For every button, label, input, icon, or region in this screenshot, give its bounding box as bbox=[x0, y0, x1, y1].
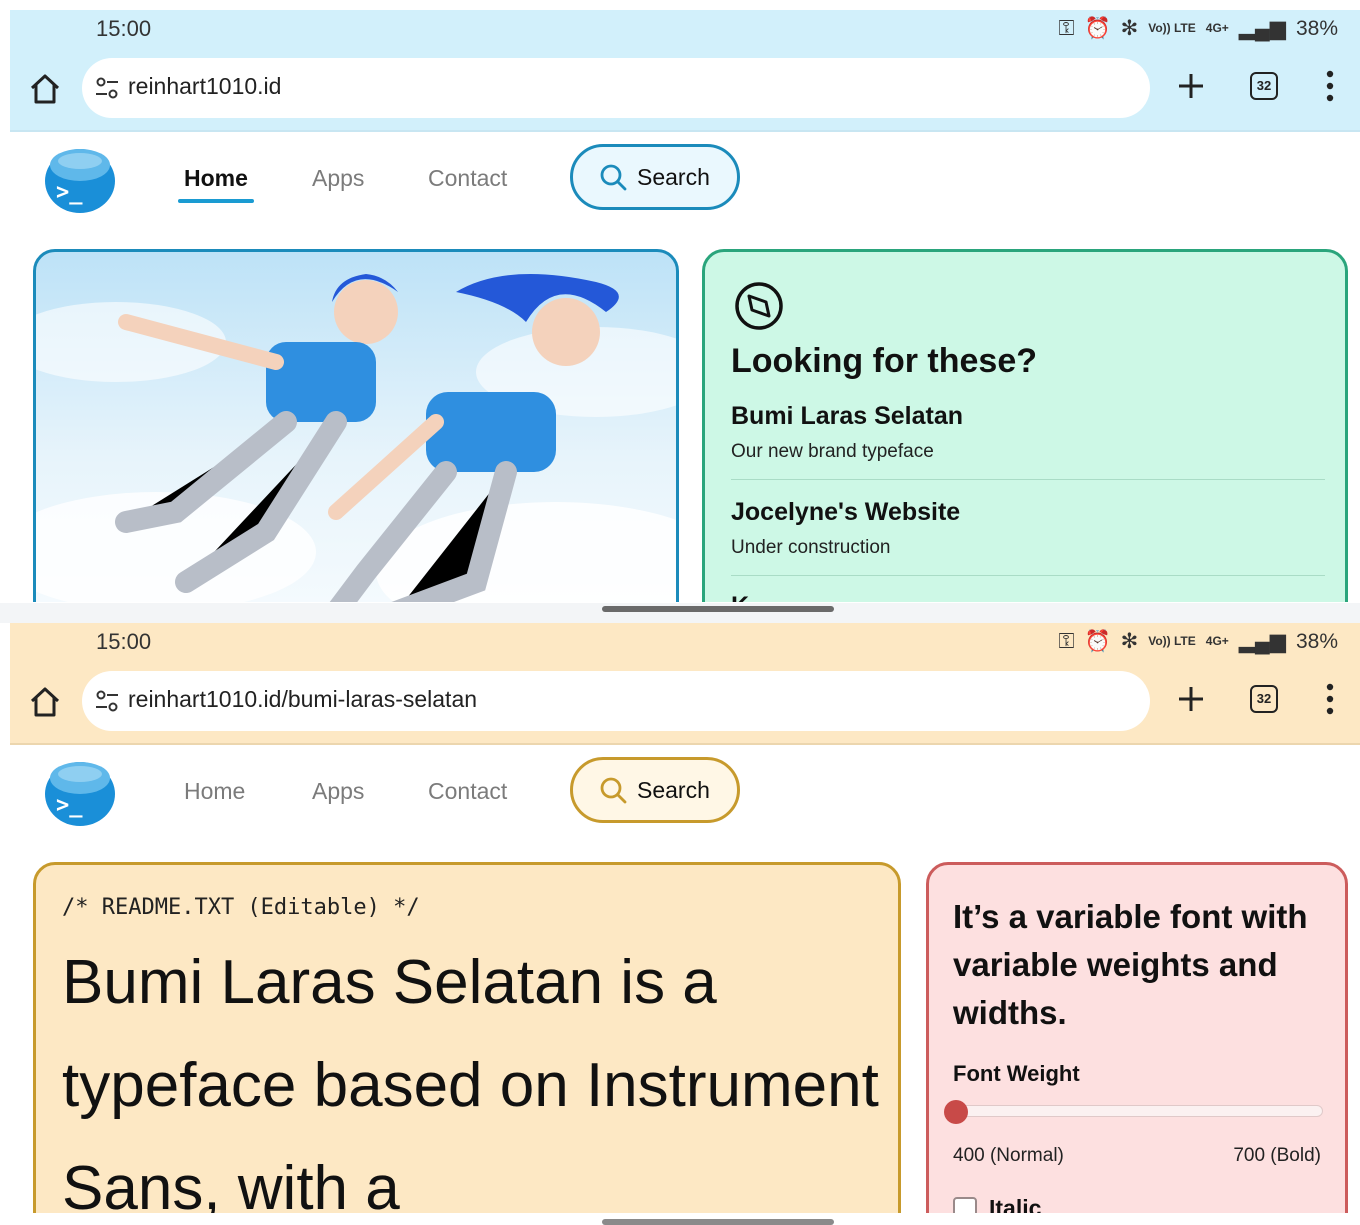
variable-font-title: It’s a variable font with variable weigh… bbox=[953, 898, 1308, 1031]
site-settings-icon[interactable] bbox=[94, 688, 120, 714]
network-type-label: 4G+ bbox=[1205, 21, 1229, 35]
look-item-title: Bumi Laras Selatan bbox=[731, 402, 964, 430]
battery-percent: 38% bbox=[1295, 16, 1338, 40]
alarm-icon: ⏰ bbox=[1084, 629, 1111, 653]
site-navigation: >_ Home Apps Contact Search bbox=[10, 745, 1360, 845]
nav-apps[interactable]: Apps bbox=[312, 778, 364, 805]
font-weight-label: Font Weight bbox=[953, 1061, 1080, 1086]
nav-home[interactable]: Home bbox=[184, 778, 245, 805]
bluetooth-icon: ✻ bbox=[1120, 17, 1139, 40]
hero-illustration bbox=[33, 249, 679, 602]
home-icon[interactable] bbox=[28, 72, 62, 106]
svg-text:>_: >_ bbox=[56, 793, 83, 818]
status-time: 15:00 bbox=[96, 629, 152, 654]
italic-label: Italic bbox=[989, 1195, 1042, 1213]
search-button-label: Search bbox=[637, 163, 710, 190]
font-weight-slider-thumb[interactable] bbox=[944, 1100, 968, 1124]
bottom-drag-handle[interactable] bbox=[602, 1219, 834, 1225]
search-button[interactable]: Search bbox=[570, 144, 740, 210]
status-bar: 15:00 ⚿ ⏰ ✻ Vo)) LTE 4G+ ▂▄▆ 38% bbox=[10, 623, 1360, 661]
site-navigation: >_ Home Apps Contact Search bbox=[10, 132, 1360, 232]
url-text[interactable]: reinhart1010.id/bumi-laras-selatan bbox=[128, 686, 477, 713]
url-text[interactable]: reinhart1010.id bbox=[128, 73, 281, 100]
signal-icon: ▂▄▆ bbox=[1238, 17, 1286, 40]
status-icons: ⚿ ⏰ ✻ Vo)) LTE 4G+ ▂▄▆ 38% bbox=[1058, 16, 1338, 41]
font-weight-min-label: 400 (Normal) bbox=[953, 1145, 1064, 1166]
site-logo[interactable]: >_ bbox=[42, 141, 118, 215]
site-logo[interactable]: >_ bbox=[42, 754, 118, 828]
vpn-key-icon: ⚿ bbox=[1058, 16, 1075, 40]
search-button[interactable]: Search bbox=[570, 757, 740, 823]
italic-toggle-row[interactable]: Italic bbox=[953, 1195, 1041, 1213]
readme-body-text[interactable]: Bumi Laras Selatan is a typeface based o… bbox=[62, 931, 882, 1213]
nav-apps[interactable]: Apps bbox=[312, 165, 364, 192]
readme-heading: /* README.TXT (Editable) */ bbox=[62, 895, 420, 920]
look-item-title: K bbox=[731, 592, 1325, 602]
nav-home[interactable]: Home bbox=[178, 165, 254, 203]
volte-label: Vo)) LTE bbox=[1148, 634, 1196, 648]
readme-editor[interactable]: /* README.TXT (Editable) */ Bumi Laras S… bbox=[33, 862, 901, 1213]
search-button-label: Search bbox=[637, 776, 710, 803]
status-icons: ⚿ ⏰ ✻ Vo)) LTE 4G+ ▂▄▆ 38% bbox=[1058, 629, 1338, 654]
svg-text:>_: >_ bbox=[56, 180, 83, 205]
bottom-browser-screen: 15:00 ⚿ ⏰ ✻ Vo)) LTE 4G+ ▂▄▆ 38% reinhar… bbox=[10, 623, 1360, 1213]
font-weight-max-label: 700 (Bold) bbox=[1233, 1145, 1321, 1166]
hero-artwork bbox=[36, 274, 676, 602]
new-tab-icon[interactable] bbox=[1176, 684, 1206, 714]
browser-toolbar: reinhart1010.id/bumi-laras-selatan 32 bbox=[10, 661, 1360, 743]
signal-icon: ▂▄▆ bbox=[1238, 630, 1286, 653]
italic-checkbox[interactable] bbox=[953, 1196, 977, 1213]
look-item-jocelyne[interactable]: Jocelyne's Website Under construction bbox=[731, 498, 1325, 576]
address-bar[interactable]: reinhart1010.id bbox=[82, 58, 1150, 118]
more-menu-icon[interactable] bbox=[1326, 70, 1334, 102]
alarm-icon: ⏰ bbox=[1084, 16, 1111, 40]
browser-toolbar: reinhart1010.id 32 bbox=[10, 48, 1360, 130]
look-item-bumi-laras[interactable]: Bumi Laras Selatan Our new brand typefac… bbox=[731, 402, 1325, 480]
battery-percent: 38% bbox=[1295, 629, 1338, 653]
nav-contact[interactable]: Contact bbox=[428, 778, 507, 805]
status-time: 15:00 bbox=[96, 16, 152, 41]
volte-label: Vo)) LTE bbox=[1148, 21, 1196, 35]
vpn-key-icon: ⚿ bbox=[1058, 629, 1075, 653]
nav-contact[interactable]: Contact bbox=[428, 165, 507, 192]
look-item-title: Jocelyne's Website bbox=[731, 498, 961, 526]
home-icon[interactable] bbox=[28, 685, 62, 719]
search-icon bbox=[600, 777, 627, 804]
look-item-partial[interactable]: K bbox=[731, 592, 1325, 602]
top-browser-screen: 15:00 ⚿ ⏰ ✻ Vo)) LTE 4G+ ▂▄▆ 38% reinhar… bbox=[10, 10, 1360, 602]
site-settings-icon[interactable] bbox=[94, 75, 120, 101]
tab-switcher-button[interactable]: 32 bbox=[1250, 72, 1278, 100]
look-item-subtitle: Our new brand typeface bbox=[731, 441, 934, 462]
address-bar[interactable]: reinhart1010.id/bumi-laras-selatan bbox=[82, 671, 1150, 731]
more-menu-icon[interactable] bbox=[1326, 683, 1334, 715]
compass-icon bbox=[735, 282, 783, 330]
network-type-label: 4G+ bbox=[1205, 634, 1229, 648]
font-weight-slider[interactable] bbox=[944, 1100, 1323, 1124]
split-drag-handle[interactable] bbox=[602, 606, 834, 612]
bluetooth-icon: ✻ bbox=[1120, 630, 1139, 653]
new-tab-icon[interactable] bbox=[1176, 71, 1206, 101]
variable-font-card: It’s a variable font with variable weigh… bbox=[926, 862, 1348, 1213]
looking-for-card: Looking for these? Bumi Laras Selatan Ou… bbox=[702, 249, 1348, 602]
looking-for-title: Looking for these? bbox=[731, 342, 1037, 380]
search-icon bbox=[600, 164, 627, 191]
tab-switcher-button[interactable]: 32 bbox=[1250, 685, 1278, 713]
look-item-subtitle: Under construction bbox=[731, 537, 891, 558]
status-bar: 15:00 ⚿ ⏰ ✻ Vo)) LTE 4G+ ▂▄▆ 38% bbox=[10, 10, 1360, 48]
